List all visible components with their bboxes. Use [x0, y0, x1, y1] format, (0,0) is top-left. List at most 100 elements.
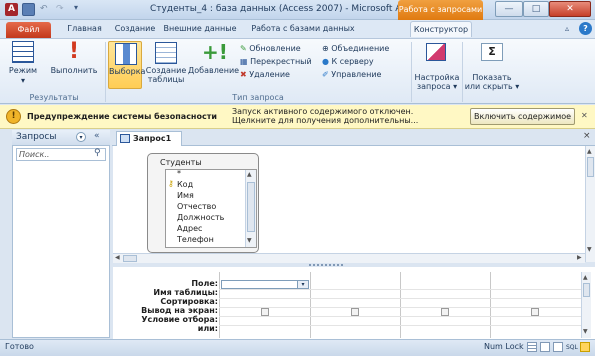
show-checkbox[interactable]: [261, 308, 269, 316]
query-setup-label: Настройка: [414, 73, 460, 82]
query-setup-icon: [426, 43, 446, 61]
undo-icon[interactable]: ↶: [40, 4, 48, 14]
redo-icon[interactable]: ↷: [56, 4, 64, 14]
field-dolzhnost[interactable]: Должность: [177, 213, 224, 223]
grid-row-divider: [219, 289, 581, 290]
search-icon[interactable]: ⚲: [94, 148, 101, 158]
pivotchart-view-icon[interactable]: [553, 342, 563, 352]
status-text: Готово: [5, 342, 34, 351]
grid-vertical-scrollbar[interactable]: ▲ ▼: [581, 272, 591, 338]
close-document-icon[interactable]: ×: [583, 131, 591, 141]
append-label: Добавление: [188, 66, 240, 75]
query-setup-label-2: запроса ▾: [416, 82, 458, 91]
show-checkbox[interactable]: [351, 308, 359, 316]
crosstab-button[interactable]: ▦ Перекрестный: [240, 57, 312, 67]
datasheet-view-icon[interactable]: [527, 342, 537, 352]
field-telefon[interactable]: Телефон: [177, 235, 214, 245]
scroll-thumb[interactable]: [247, 182, 255, 232]
horizontal-scrollbar[interactable]: ◀ ▶: [113, 253, 585, 263]
collapse-pane-icon[interactable]: «: [94, 131, 100, 141]
help-icon[interactable]: ?: [579, 22, 592, 35]
minimize-button[interactable]: —: [495, 1, 523, 17]
grid-row-divider: [219, 325, 581, 326]
window-title: Студенты_4 : база данных (Access 2007) -…: [150, 4, 427, 14]
scroll-left-icon[interactable]: ◀: [115, 254, 120, 261]
run-label: Выполнить: [50, 66, 98, 75]
app-icon[interactable]: A: [5, 3, 18, 16]
union-button[interactable]: ⊕ Объединение: [322, 44, 389, 54]
show-hide-button[interactable]: Σ Показать или скрыть ▾: [464, 41, 520, 91]
customize-icon[interactable]: ▾: [74, 3, 78, 12]
field-kod[interactable]: Код: [177, 180, 193, 190]
scroll-up-icon[interactable]: ▲: [247, 171, 252, 178]
append-icon: +!: [202, 40, 228, 64]
scroll-up-icon[interactable]: ▲: [587, 148, 592, 155]
delete-button[interactable]: ✖ Удаление: [240, 70, 290, 80]
field-cell-input[interactable]: [221, 280, 309, 289]
field-adres[interactable]: Адрес: [177, 224, 202, 234]
tab-file[interactable]: Файл: [6, 22, 51, 38]
query-setup-button[interactable]: Настройка запроса ▾: [414, 41, 460, 91]
nav-search-input[interactable]: Поиск..: [16, 148, 106, 161]
passthrough-button[interactable]: ● К серверу: [322, 57, 374, 67]
update-label: Обновление: [249, 44, 301, 53]
close-warning-icon[interactable]: ✕: [581, 111, 588, 120]
splitter-grip: [309, 264, 345, 266]
tab-create[interactable]: Создание: [110, 21, 160, 37]
save-icon[interactable]: [22, 3, 35, 16]
field-all[interactable]: *: [177, 169, 181, 179]
scroll-up-icon[interactable]: ▲: [583, 274, 588, 281]
tab-home[interactable]: Главная: [62, 21, 107, 37]
pivottable-view-icon[interactable]: [540, 342, 550, 352]
tab-external-data[interactable]: Внешние данные: [160, 21, 240, 37]
scroll-down-icon[interactable]: ▼: [583, 328, 588, 335]
security-message[interactable]: Запуск активного содержимого отключен. Щ…: [232, 107, 418, 125]
append-button[interactable]: +! Добавление: [188, 40, 240, 89]
vertical-scrollbar[interactable]: ▲ ▼: [585, 146, 595, 262]
show-checkbox[interactable]: [441, 308, 449, 316]
scroll-thumb[interactable]: [587, 157, 594, 177]
ddl-label: Управление: [331, 70, 382, 79]
ribbon-separator: [411, 42, 412, 102]
union-icon: ⊕: [322, 44, 329, 53]
select-query-icon: [115, 43, 137, 65]
scroll-down-icon[interactable]: ▼: [247, 237, 252, 244]
navigation-pane-header[interactable]: Запросы ▾ «: [12, 130, 110, 146]
field-list-scrollbar[interactable]: ▲ ▼: [245, 170, 256, 247]
run-button[interactable]: ! Выполнить: [46, 41, 102, 89]
select-query-button[interactable]: Выборка: [108, 41, 146, 89]
ribbon-minimize-icon[interactable]: ▵: [565, 24, 569, 33]
update-button[interactable]: ✎ Обновление: [240, 44, 301, 54]
scroll-thumb[interactable]: [583, 283, 590, 297]
numlock-indicator: Num Lock: [484, 342, 524, 351]
sql-view-button[interactable]: SQL: [566, 344, 578, 351]
tab-design[interactable]: Конструктор: [410, 21, 472, 37]
grid-row-divider: [219, 298, 581, 299]
data-definition-button[interactable]: ✐ Управление: [322, 70, 381, 80]
make-table-button[interactable]: Создание таблицы: [145, 41, 187, 89]
tab-query1[interactable]: Запрос1: [116, 131, 182, 146]
show-checkbox[interactable]: [531, 308, 539, 316]
show-hide-label: Показать: [472, 73, 512, 82]
enable-content-button[interactable]: Включить содержимое: [470, 108, 575, 125]
field-imya[interactable]: Имя: [177, 191, 194, 201]
data-definition-icon: ✐: [322, 70, 329, 79]
field-dropdown-button[interactable]: ▾: [297, 280, 309, 289]
design-view-icon[interactable]: [580, 342, 590, 352]
crosstab-label: Перекрестный: [250, 57, 312, 66]
close-button[interactable]: ✕: [549, 1, 591, 17]
nav-title: Запросы: [16, 132, 57, 142]
view-button[interactable]: Режим ▾: [4, 41, 42, 89]
chevron-down-icon: ▾: [20, 76, 25, 85]
scroll-right-icon[interactable]: ▶: [577, 254, 582, 261]
query-icon: [120, 134, 130, 143]
select-query-label: Выборка: [109, 67, 146, 76]
scroll-thumb[interactable]: [123, 255, 137, 262]
maximize-button[interactable]: □: [523, 1, 549, 17]
nav-dropdown-icon[interactable]: ▾: [76, 132, 86, 142]
tab-database-tools[interactable]: Работа с базами данных: [243, 21, 363, 37]
scroll-down-icon[interactable]: ▼: [587, 246, 592, 253]
field-otchestvo[interactable]: Отчество: [177, 202, 216, 212]
make-table-label: Создание: [145, 66, 187, 75]
security-title: Предупреждение системы безопасности: [27, 112, 217, 121]
